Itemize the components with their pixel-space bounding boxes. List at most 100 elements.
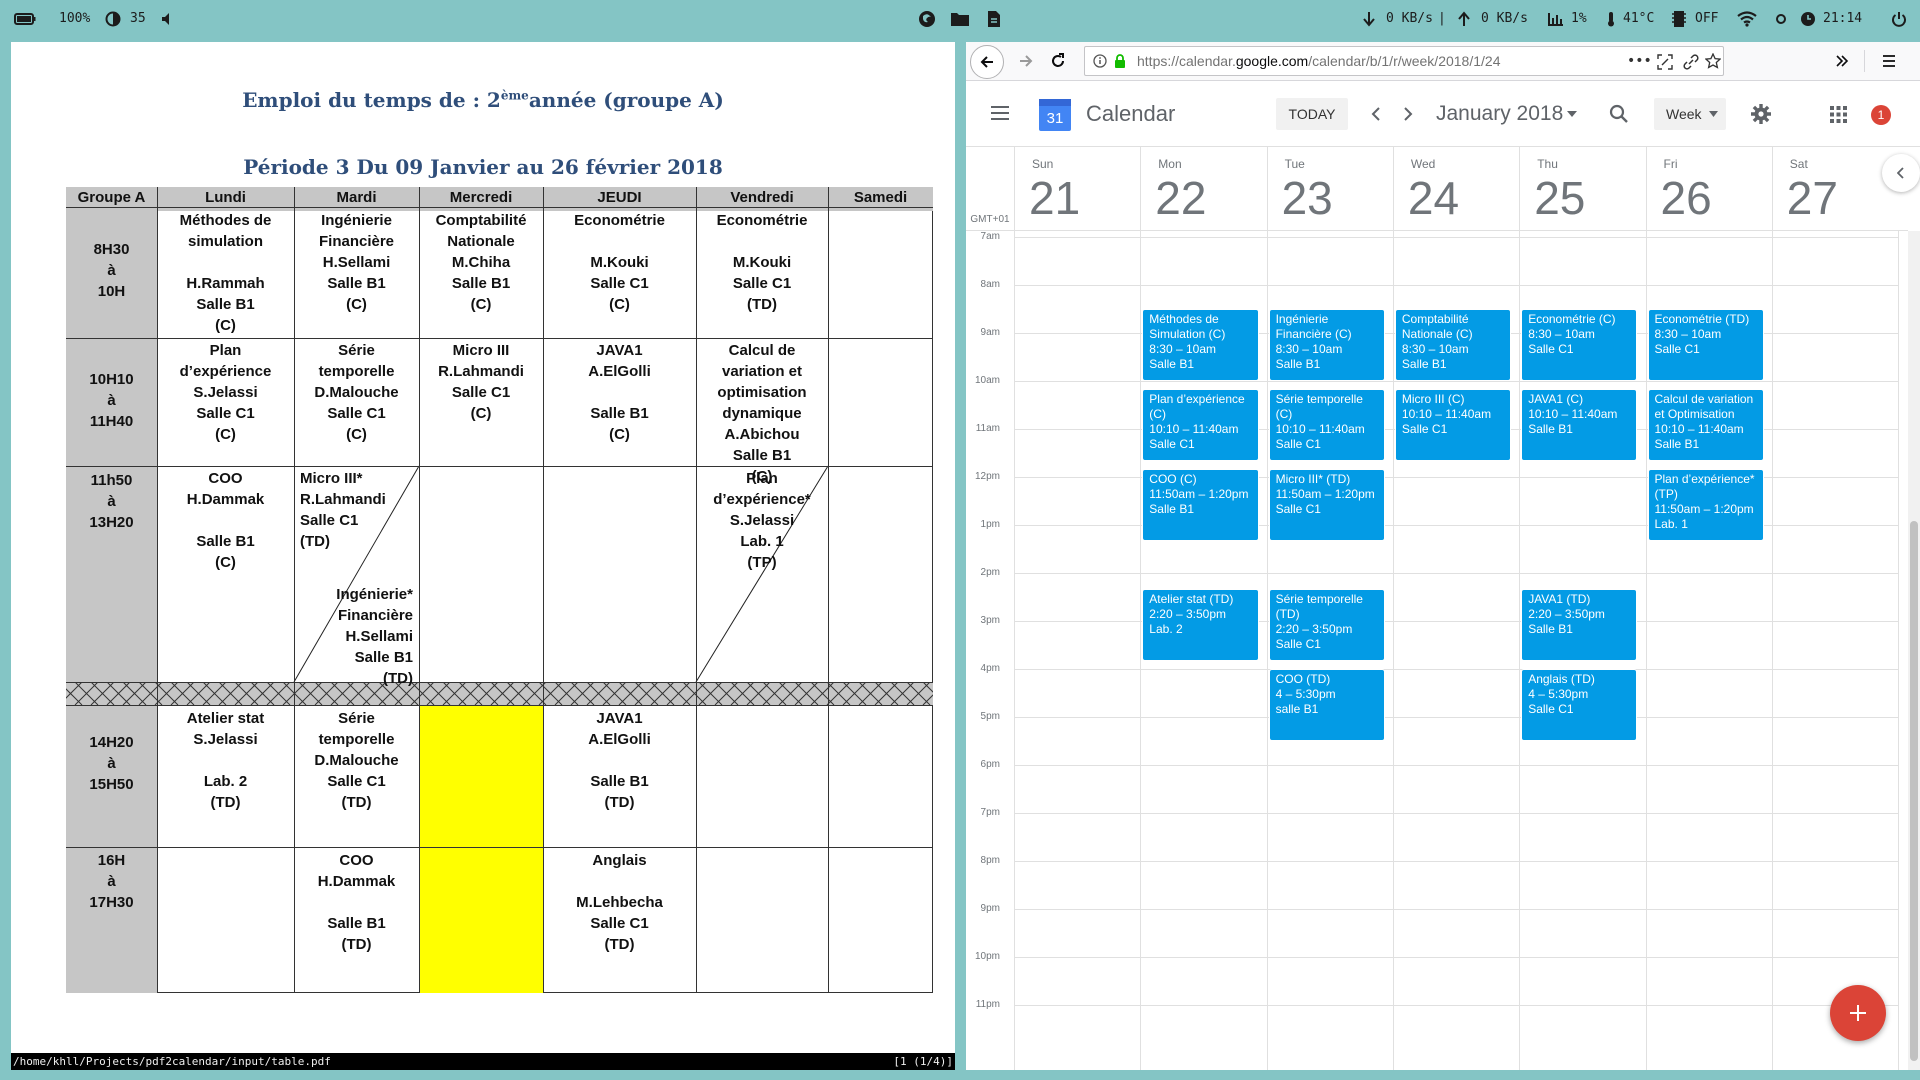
day-number[interactable]: 25 [1534, 171, 1585, 225]
next-week-icon[interactable] [1402, 106, 1414, 122]
pdf-status-bar: /home/khll/Projects/pdf2calendar/input/t… [11, 1053, 955, 1070]
screenshot-icon[interactable] [1657, 54, 1673, 70]
calendar-event[interactable]: Anglais (TD) 4 – 5:30pm Salle C1 [1521, 669, 1638, 741]
calendar-event[interactable]: Série temporelle (C) 10:10 – 11:40am Salle… [1268, 389, 1385, 462]
page-actions-icon[interactable]: ••• [1627, 47, 1652, 75]
chevron-down-icon [1709, 111, 1718, 117]
cell-r5-jeudi: Anglais M.Lehbecha Salle C1 (TD) [576, 852, 663, 953]
arrow-up-icon [1458, 11, 1470, 26]
day-number[interactable]: 26 [1661, 171, 1712, 225]
hamburger-icon [1883, 55, 1895, 67]
volume-indicator[interactable] [161, 0, 175, 38]
month-label[interactable]: January 2018 [1436, 81, 1563, 147]
time-slot-2: 10H10 à 11H40 [89, 371, 134, 430]
network-down: 0 KB/s | [1363, 0, 1446, 38]
tray-document[interactable] [987, 0, 1001, 38]
calendar-event[interactable]: COO (TD) 4 – 5:30pm salle B1 [1268, 669, 1385, 741]
back-button[interactable] [970, 45, 1004, 79]
calendar-event[interactable]: Ingénierie Financière (C) 8:30 – 10am Sall… [1268, 309, 1385, 381]
calendar-event[interactable]: Econométrie (TD) 8:30 – 10am Salle C1 [1647, 309, 1764, 381]
url-suffix: /calendar/b/1/r/week/2018/1/24 [1308, 53, 1501, 69]
browser-menu-button[interactable] [1875, 47, 1903, 75]
day-header-tue[interactable]: Tue 23 [1266, 147, 1393, 231]
calendar-logo-day: 31 [1046, 110, 1064, 127]
bookmark-star-icon[interactable] [1705, 53, 1721, 69]
calendar-scrollbar-thumb[interactable] [1910, 521, 1918, 1061]
calendar-event[interactable]: Plan d’expérience* (TP) 11:50am – 1:20pm L… [1647, 468, 1764, 541]
calendar-event[interactable]: COO (C) 11:50am – 1:20pm Salle B1 [1142, 468, 1259, 541]
day-header-wed[interactable]: Wed 24 [1392, 147, 1519, 231]
event-time: 11:50am – 1:20pm [1275, 486, 1375, 501]
calendar-event[interactable]: JAVA1 (TD) 2:20 – 3:50pm Salle B1 [1521, 588, 1638, 661]
day-number[interactable]: 23 [1282, 171, 1333, 225]
day-number[interactable]: 22 [1155, 171, 1206, 225]
event-location: Lab. 1 [1654, 516, 1688, 531]
cell-r4-jeudi: JAVA1 A.ElGolli Salle B1 (TD) [588, 710, 651, 811]
url-bar[interactable]: https://calendar.google.com/calendar/b/1… [1084, 46, 1724, 76]
forward-button[interactable] [1012, 47, 1040, 75]
temp-value: 41°C [1623, 11, 1655, 26]
calendar-event[interactable]: Micro III (C) 10:10 – 11:40am Salle C1 [1394, 389, 1512, 462]
calendar-event[interactable]: Plan d’expérience (C) 10:10 – 11:40am Sall… [1142, 389, 1259, 462]
day-header-fri[interactable]: Fri 26 [1645, 147, 1772, 231]
overflow-button[interactable] [1828, 47, 1856, 75]
hour-label: 7am [980, 231, 1000, 242]
header-samedi: Samedi [853, 189, 908, 206]
cell-r1-lundi: Méthodes de simulation H.Rammah Salle B1… [179, 212, 272, 334]
event-time: 8:30 – 10am [1149, 342, 1217, 356]
settings-gear-icon[interactable] [1750, 103, 1772, 125]
link-icon[interactable] [1683, 54, 1699, 70]
apps-grid-icon[interactable] [1830, 106, 1847, 123]
pdf-title: Emploi du temps de : 2èmeannée (groupe A… [11, 88, 955, 112]
calendar-event[interactable]: Série temporelle (TD) 2:20 – 3:50pm Salle … [1268, 588, 1385, 661]
pdf-viewer[interactable]: Emploi du temps de : 2èmeannée (groupe A… [11, 42, 955, 1070]
calendar-scrollbar[interactable] [1908, 231, 1920, 1070]
cell-r3-mardi-top: Micro III* R.Lahmandi Salle C1 (TD) [300, 470, 386, 550]
side-panel-toggle[interactable] [1882, 154, 1920, 192]
main-menu-icon[interactable] [990, 105, 1010, 121]
today-button[interactable]: TODAY [1276, 98, 1348, 130]
url-text[interactable]: https://calendar.google.com/calendar/b/1… [1137, 47, 1500, 75]
day-header-mon[interactable]: Mon 22 [1140, 147, 1266, 231]
url-domain: google.com [1235, 53, 1309, 69]
event-title: COO (TD) [1275, 672, 1331, 686]
view-selector[interactable]: Week [1654, 98, 1726, 130]
tray-file-manager[interactable] [950, 0, 970, 38]
header-vendredi: Vendredi [730, 189, 794, 206]
day-number[interactable]: 21 [1029, 171, 1080, 225]
day-header-thu[interactable]: Thu 25 [1519, 147, 1645, 231]
view-selector-label: Week [1666, 106, 1702, 122]
event-location: Salle C1 [1654, 342, 1700, 356]
calendar-event[interactable]: Calcul de variation et Optimisation 10:10… [1647, 389, 1764, 462]
day-number[interactable]: 27 [1787, 171, 1838, 225]
calendar-event[interactable]: Méthodes de Simulation (C) 8:30 – 10am Sal… [1142, 309, 1259, 381]
notifications-badge[interactable]: 1 [1871, 105, 1891, 125]
power-button[interactable] [1891, 0, 1907, 38]
cell-r3-vendredi: Plan d’expérience* S.Jelassi Lab. 1 (TP) [713, 470, 811, 571]
calendar-event[interactable]: Econométrie (C) 8:30 – 10am Salle C1 [1521, 309, 1638, 381]
calendar-event[interactable]: Comptabilité Nationale (C) 8:30 – 10am Sal… [1394, 309, 1512, 381]
net-up-value: 0 KB/s [1481, 11, 1528, 26]
tray-firefox[interactable] [918, 0, 936, 38]
day-header-sun[interactable]: Sun 21 [1014, 147, 1140, 231]
reload-button[interactable] [1044, 47, 1072, 75]
month-dropdown-icon[interactable] [1567, 111, 1577, 117]
calendar-event[interactable]: Atelier stat (TD) 2:20 – 3:50pm Lab. 2 [1142, 588, 1259, 661]
calendar-event[interactable]: Micro III* (TD) 11:50am – 1:20pm Salle C1 [1268, 468, 1385, 541]
create-event-button[interactable] [1830, 985, 1886, 1041]
event-location: Lab. 2 [1149, 621, 1183, 636]
day-header-sat[interactable]: Sat 27 [1771, 147, 1898, 231]
calendar-event[interactable]: JAVA1 (C) 10:10 – 11:40am Salle B1 [1521, 389, 1638, 462]
event-title: JAVA1 (C) [1528, 392, 1584, 407]
day-number[interactable]: 24 [1408, 171, 1459, 225]
wifi-indicator[interactable] [1737, 0, 1757, 38]
event-location: Salle B1 [1528, 621, 1573, 636]
previous-week-icon[interactable] [1370, 106, 1382, 122]
net-separator: | [1437, 11, 1446, 26]
day-name: Tue [1284, 157, 1305, 171]
event-time: 8:30 – 10am [1401, 342, 1469, 356]
event-title: Plan d’expérience (C) [1149, 392, 1245, 422]
event-time: 8:30 – 10am [1528, 327, 1595, 341]
search-icon[interactable] [1609, 104, 1629, 124]
week-grid[interactable]: 7am 8am 9am 10am 11am 12pm 1pm 2pm 3pm 4pm 5pm 6pm 7… [966, 231, 1908, 1070]
